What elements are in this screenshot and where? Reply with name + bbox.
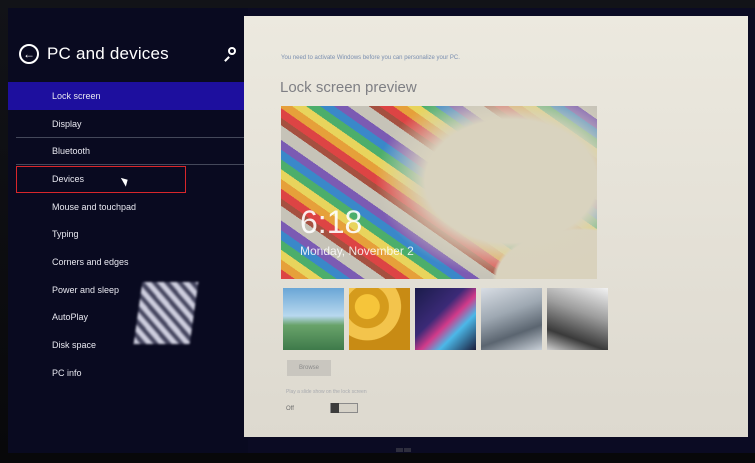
sidebar-header: ← PC and devices xyxy=(19,44,169,64)
lock-date: Monday, November 2 xyxy=(300,244,414,258)
sidebar-item-power-and-sleep[interactable]: Power and sleep xyxy=(8,276,248,304)
sidebar-item-label: AutoPlay xyxy=(52,312,89,323)
background-thumbnails xyxy=(283,288,608,350)
sidebar-item-corners-and-edges[interactable]: Corners and edges xyxy=(8,248,248,276)
toggle-knob xyxy=(331,403,339,413)
sidebar-item-pc-info[interactable]: PC info xyxy=(8,359,248,387)
screen-glare xyxy=(133,282,199,344)
sidebar-item-label: PC info xyxy=(52,367,82,378)
sidebar-item-label: Display xyxy=(52,118,82,129)
sidebar-item-disk-space[interactable]: Disk space xyxy=(8,331,248,359)
search-icon[interactable] xyxy=(222,47,236,62)
sidebar-item-bluetooth[interactable]: Bluetooth xyxy=(8,137,248,165)
background-thumbnail[interactable] xyxy=(415,288,476,350)
activation-notice[interactable]: You need to activate Windows before you … xyxy=(281,55,460,61)
background-thumbnail[interactable] xyxy=(349,288,410,350)
back-arrow-icon[interactable]: ← xyxy=(19,44,39,64)
browse-button[interactable]: Browse xyxy=(287,360,331,376)
lock-screen-panel: You need to activate Windows before you … xyxy=(244,16,748,437)
sidebar-item-label: Mouse and touchpad xyxy=(52,201,137,212)
sidebar-item-display[interactable]: Display xyxy=(8,110,248,138)
section-title: Lock screen preview xyxy=(280,79,417,96)
sidebar-item-typing[interactable]: Typing xyxy=(8,220,248,248)
sidebar-item-label: Disk space xyxy=(52,340,97,351)
sidebar-nav: Lock screen Display Bluetooth Devices Mo… xyxy=(8,82,248,387)
sidebar-item-label: Corners and edges xyxy=(52,256,129,267)
slideshow-label: Play a slide show on the lock screen xyxy=(286,389,367,395)
sidebar-item-mouse-and-touchpad[interactable]: Mouse and touchpad xyxy=(8,193,248,221)
slideshow-toggle[interactable] xyxy=(330,403,358,413)
background-thumbnail[interactable] xyxy=(481,288,542,350)
lock-screen-preview: 6:18 Monday, November 2 xyxy=(281,106,597,279)
sidebar-item-autoplay[interactable]: AutoPlay xyxy=(8,304,248,332)
page-title: PC and devices xyxy=(47,44,169,63)
sidebar-item-label: Bluetooth xyxy=(52,146,91,157)
sidebar-item-lock-screen[interactable]: Lock screen xyxy=(8,82,248,110)
background-thumbnail[interactable] xyxy=(547,288,608,350)
windows-logo-icon xyxy=(396,440,412,452)
toggle-state: Off xyxy=(286,406,294,412)
highlight-box xyxy=(16,166,186,193)
background-thumbnail[interactable] xyxy=(283,288,344,350)
lock-time: 6:18 xyxy=(300,204,363,240)
sidebar-item-label: Typing xyxy=(52,229,79,240)
sidebar-item-label: Lock screen xyxy=(52,90,101,101)
sidebar-item-label: Power and sleep xyxy=(52,284,120,295)
